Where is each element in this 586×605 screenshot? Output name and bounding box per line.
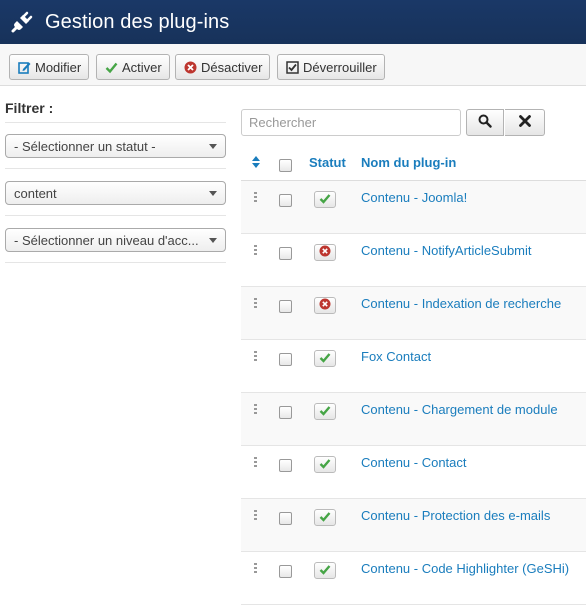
check-icon: [319, 457, 331, 472]
drag-handle-icon[interactable]: [254, 457, 258, 469]
table-row: Contenu - Chargement de module: [241, 393, 586, 446]
plugin-name-link[interactable]: Contenu - Code Highlighter (GeSHi): [361, 561, 569, 576]
edit-button[interactable]: Modifier: [9, 54, 90, 80]
row-checkbox[interactable]: [279, 459, 292, 472]
row-checkbox[interactable]: [279, 247, 292, 260]
plugin-name-link[interactable]: Contenu - NotifyArticleSubmit: [361, 243, 532, 258]
divider: [5, 168, 226, 169]
status-enabled-button[interactable]: [314, 403, 336, 420]
status-enabled-button[interactable]: [314, 509, 336, 526]
cancel-circle-icon: [184, 61, 197, 74]
close-icon: [518, 114, 532, 131]
row-checkbox[interactable]: [279, 565, 292, 578]
edit-icon: [18, 61, 31, 74]
drag-handle-icon[interactable]: [254, 563, 258, 575]
row-checkbox[interactable]: [279, 194, 292, 207]
plugin-name-link[interactable]: Contenu - Indexation de recherche: [361, 296, 561, 311]
check-icon: [319, 510, 331, 525]
status-enabled-button[interactable]: [314, 350, 336, 367]
check-icon: [319, 563, 331, 578]
status-filter-select[interactable]: - Sélectionner un statut -: [5, 134, 226, 158]
check-icon: [105, 61, 118, 74]
table-row: Contenu - Contact: [241, 446, 586, 499]
chevron-down-icon: [209, 191, 217, 196]
plugin-name-link[interactable]: Contenu - Joomla!: [361, 190, 467, 205]
plugin-name-link[interactable]: Contenu - Protection des e-mails: [361, 508, 550, 523]
unlock-button-label: Déverrouiller: [303, 59, 377, 75]
check-icon: [319, 192, 331, 207]
page-header: Gestion des plug-ins: [0, 0, 586, 44]
drag-handle-icon[interactable]: [254, 245, 258, 257]
divider: [5, 215, 226, 216]
access-filter-value: - Sélectionner un niveau d'acc...: [14, 233, 199, 248]
row-checkbox[interactable]: [279, 353, 292, 366]
check-icon: [319, 404, 331, 419]
page-title: Gestion des plug-ins: [45, 10, 230, 33]
unlock-button[interactable]: Déverrouiller: [277, 54, 385, 80]
edit-button-label: Modifier: [35, 59, 82, 75]
plug-icon: [8, 8, 36, 36]
drag-handle-icon[interactable]: [254, 351, 258, 363]
filter-title: Filtrer :: [5, 100, 54, 116]
row-checkbox[interactable]: [279, 406, 292, 419]
column-header-status[interactable]: Statut: [309, 155, 346, 170]
row-checkbox[interactable]: [279, 512, 292, 525]
plugin-name-link[interactable]: Fox Contact: [361, 349, 431, 364]
column-header-name[interactable]: Nom du plug-in: [361, 155, 456, 170]
enable-button-label: Activer: [122, 59, 162, 75]
divider: [5, 262, 226, 263]
table-row: Contenu - Indexation de recherche: [241, 287, 586, 340]
table-row: Fox Contact: [241, 340, 586, 393]
status-disabled-button[interactable]: [314, 244, 336, 261]
type-filter-value: content: [14, 186, 57, 201]
type-filter-select[interactable]: content: [5, 181, 226, 205]
chevron-down-icon: [209, 144, 217, 149]
cancel-circle-icon: [319, 245, 331, 260]
search-button[interactable]: [466, 109, 504, 136]
cancel-circle-icon: [319, 298, 331, 313]
clear-search-button[interactable]: [505, 109, 545, 136]
search-icon: [478, 114, 492, 131]
search-input[interactable]: [241, 109, 461, 136]
enable-button[interactable]: Activer: [96, 54, 170, 80]
toolbar: Modifier Activer Désactiver Déverrouille…: [0, 44, 586, 86]
table-row: Contenu - NotifyArticleSubmit: [241, 234, 586, 287]
sort-order-icon[interactable]: [251, 155, 261, 172]
checkbox-checked-icon: [286, 60, 299, 74]
select-all-checkbox[interactable]: [279, 159, 292, 172]
status-filter-value: - Sélectionner un statut -: [14, 139, 156, 154]
plugin-name-link[interactable]: Contenu - Chargement de module: [361, 402, 558, 417]
access-filter-select[interactable]: - Sélectionner un niveau d'acc...: [5, 228, 226, 252]
drag-handle-icon[interactable]: [254, 192, 258, 204]
divider: [5, 122, 226, 123]
drag-handle-icon[interactable]: [254, 298, 258, 310]
drag-handle-icon[interactable]: [254, 404, 258, 416]
status-enabled-button[interactable]: [314, 191, 336, 208]
row-checkbox[interactable]: [279, 300, 292, 313]
check-icon: [319, 351, 331, 366]
disable-button-label: Désactiver: [201, 59, 263, 75]
status-enabled-button[interactable]: [314, 456, 336, 473]
drag-handle-icon[interactable]: [254, 510, 258, 522]
table-row: Contenu - Protection des e-mails: [241, 499, 586, 552]
table-row: Contenu - Code Highlighter (GeSHi): [241, 552, 586, 605]
plugin-name-link[interactable]: Contenu - Contact: [361, 455, 467, 470]
status-enabled-button[interactable]: [314, 562, 336, 579]
chevron-down-icon: [209, 238, 217, 243]
status-disabled-button[interactable]: [314, 297, 336, 314]
disable-button[interactable]: Désactiver: [175, 54, 271, 80]
table-row: Contenu - Joomla!: [241, 181, 586, 234]
